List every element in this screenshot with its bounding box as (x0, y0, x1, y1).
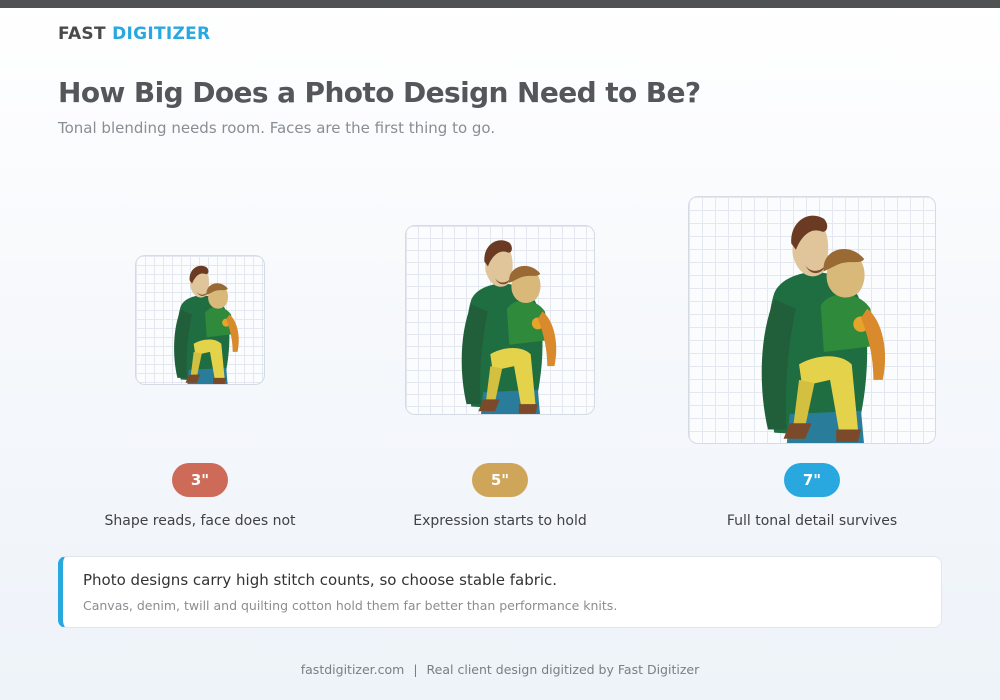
footer-site-link[interactable]: fastdigitizer.com (301, 662, 405, 677)
brand-logo-part1: FAST (58, 24, 106, 44)
embroidery-design-3in (174, 265, 239, 384)
embroidery-design-7in (761, 215, 886, 443)
brand-logo-part2: DIGITIZER (112, 24, 211, 44)
footer-separator: | (413, 662, 418, 677)
size-badge-5in: 5" (472, 463, 528, 497)
footer-credit: Real client design digitized by Fast Dig… (426, 662, 700, 677)
fabric-tip-body: Canvas, denim, twill and quilting cotton… (83, 598, 618, 613)
size-caption-7in: Full tonal detail survives (726, 513, 898, 529)
size-badge-7in: 7" (784, 463, 840, 497)
brand-logo[interactable]: FAST DIGITIZER (58, 24, 210, 44)
page-subtitle: Tonal blending needs room. Faces are the… (58, 119, 496, 137)
embroidery-design-5in (461, 240, 557, 414)
top-bar (0, 0, 1000, 8)
fabric-tip-callout: Photo designs carry high stitch counts, … (58, 556, 942, 628)
design-frame-7in (688, 196, 936, 444)
design-frame-3in (135, 255, 265, 385)
page-title: How Big Does a Photo Design Need to Be? (58, 76, 701, 109)
size-caption-5in: Expression starts to hold (413, 513, 587, 529)
fabric-tip-title: Photo designs carry high stitch counts, … (83, 571, 558, 589)
footer: fastdigitizer.com | Real client design dig… (0, 662, 1000, 677)
design-frame-5in (405, 225, 595, 415)
size-caption-3in: Shape reads, face does not (104, 513, 296, 529)
size-badge-3in: 3" (172, 463, 228, 497)
